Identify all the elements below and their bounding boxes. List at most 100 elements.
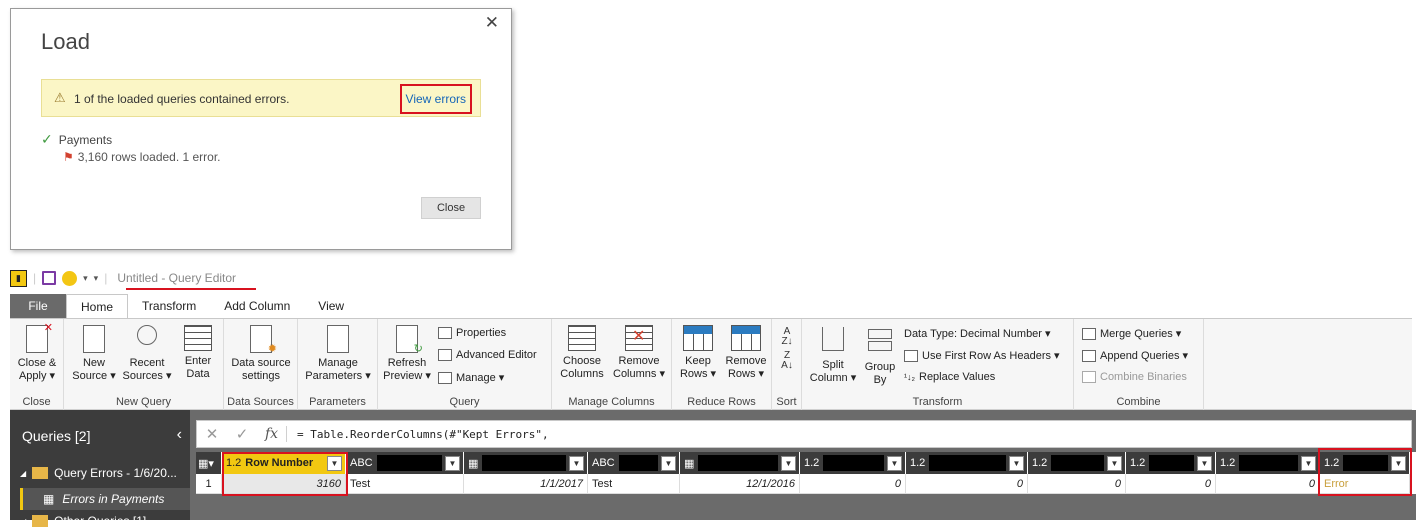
filter-dropdown-icon[interactable]: ▼ — [661, 455, 676, 471]
remove-columns-icon: ✕ — [625, 325, 653, 351]
column-header[interactable]: ABC ▼ — [346, 452, 464, 474]
data-type-dropdown[interactable]: Data Type: Decimal Number ▾ — [904, 327, 1051, 340]
save-icon[interactable] — [42, 271, 57, 285]
column-header[interactable]: 1.2 ▼ — [800, 452, 906, 474]
remove-rows-button[interactable]: Remove Rows ▾ — [722, 325, 770, 381]
table-cell[interactable]: 0 — [1126, 474, 1216, 494]
sort-ascending-icon[interactable]: A Z↓ — [778, 327, 796, 347]
column-header[interactable]: 1.2 ▼ — [906, 452, 1028, 474]
power-bi-icon[interactable]: ▮ — [10, 269, 27, 287]
filter-dropdown-icon[interactable]: ▼ — [887, 455, 902, 471]
confirm-icon[interactable]: ✓ — [227, 425, 257, 443]
enter-data-button[interactable]: Enter Data — [176, 325, 220, 381]
filter-dropdown-icon[interactable]: ▼ — [445, 455, 460, 471]
refresh-preview-button[interactable]: ↻ Refresh Preview ▾ — [382, 325, 432, 383]
type-icon[interactable]: 1.2 — [800, 457, 823, 469]
recent-sources-button[interactable]: Recent Sources ▾ — [122, 325, 172, 383]
column-header[interactable]: ▦ ▼ — [464, 452, 588, 474]
column-header[interactable]: ABC ▼ — [588, 452, 680, 474]
properties-button[interactable]: Properties — [438, 327, 506, 339]
replace-values-button[interactable]: ¹↓₂ Replace Values — [904, 371, 995, 383]
table-cell[interactable]: Test — [346, 474, 464, 494]
cancel-icon[interactable]: ✕ — [197, 425, 227, 443]
filter-dropdown-icon[interactable]: ▼ — [569, 455, 584, 471]
table-cell[interactable]: 0 — [800, 474, 906, 494]
expand-icon[interactable]: ◢ — [20, 469, 26, 478]
use-first-row-button[interactable]: Use First Row As Headers ▾ — [904, 349, 1060, 362]
group-parameters: Manage Parameters ▾ Parameters — [298, 319, 378, 411]
column-header[interactable]: 1.2 ▼ — [1028, 452, 1126, 474]
type-icon[interactable]: 1.2 — [1028, 457, 1051, 469]
column-header[interactable]: 1.2 ▼ — [1126, 452, 1216, 474]
advanced-editor-button[interactable]: Advanced Editor — [438, 349, 537, 361]
data-source-settings-button[interactable]: ✹ Data source settings — [226, 325, 296, 383]
close-apply-label: Close & — [17, 357, 57, 369]
type-icon[interactable]: ABC — [346, 457, 377, 469]
column-header[interactable]: ▦ ▼ — [680, 452, 800, 474]
fx-icon[interactable]: fx — [257, 426, 287, 442]
remove-columns-button[interactable]: ✕ Remove Columns ▾ — [610, 325, 668, 381]
tab-home[interactable]: Home — [66, 294, 129, 318]
column-header[interactable]: 1.2 ▼ — [1320, 452, 1410, 474]
table-cell[interactable]: 1/1/2017 — [464, 474, 588, 494]
table-cell[interactable]: 0 — [1028, 474, 1126, 494]
filter-dropdown-icon[interactable]: ▼ — [1107, 455, 1122, 471]
type-icon[interactable]: 1.2 — [1320, 457, 1343, 469]
table-cell[interactable]: 3160 — [222, 474, 346, 494]
tab-add-column[interactable]: Add Column — [210, 294, 304, 318]
tab-file[interactable]: File — [10, 294, 66, 318]
dialog-close-icon[interactable]: ✕ — [485, 13, 499, 33]
collapse-pane-icon[interactable]: ‹ — [177, 426, 182, 444]
query-item-errors-in-payments[interactable]: ▦ Errors in Payments — [20, 488, 190, 510]
filter-dropdown-icon[interactable]: ▼ — [327, 455, 342, 471]
keep-rows-button[interactable]: Keep Rows ▾ — [676, 325, 720, 381]
manage-parameters-button[interactable]: Manage Parameters ▾ — [300, 325, 376, 383]
error-cell[interactable]: Error — [1320, 474, 1410, 494]
table-cell[interactable]: Test — [588, 474, 680, 494]
type-icon[interactable]: 1.2 — [906, 457, 929, 469]
split-column-button[interactable]: Split Column ▾ — [808, 325, 858, 385]
formula-input[interactable]: = Table.ReorderColumns(#"Kept Errors", — [287, 428, 549, 441]
type-icon[interactable]: 1.2 — [222, 457, 245, 469]
column-header-row-number[interactable]: 1.2 Row Number ▼ — [222, 452, 346, 474]
rows-loaded-status: ⚑ 3,160 rows loaded. 1 error. — [63, 150, 221, 164]
table-cell[interactable]: 12/1/2016 — [680, 474, 800, 494]
close-apply-button[interactable]: ✕ Close & Apply ▾ — [14, 322, 60, 383]
keep-rows-label: Rows ▾ — [679, 368, 717, 380]
new-source-button[interactable]: New Source ▾ — [70, 325, 118, 383]
smile-dropdown-icon[interactable]: ▾ — [83, 273, 88, 284]
sort-descending-icon[interactable]: Z A↓ — [778, 351, 796, 371]
type-icon[interactable]: ABC — [588, 457, 619, 469]
close-button[interactable]: Close — [421, 197, 481, 219]
column-header[interactable]: 1.2 ▼ — [1216, 452, 1320, 474]
warning-icon: ⚠ — [54, 90, 66, 105]
tab-transform[interactable]: Transform — [128, 294, 210, 318]
append-queries-button[interactable]: Append Queries ▾ — [1082, 349, 1188, 362]
type-icon[interactable]: 1.2 — [1126, 457, 1149, 469]
filter-dropdown-icon[interactable]: ▼ — [781, 455, 796, 471]
title-highlight — [126, 288, 256, 290]
merge-queries-button[interactable]: Merge Queries ▾ — [1082, 327, 1181, 340]
table-cell[interactable]: 0 — [906, 474, 1028, 494]
type-icon[interactable]: ▦ — [464, 457, 482, 470]
table-menu-icon[interactable]: ▦▾ — [196, 452, 222, 474]
combine-binaries-button[interactable]: Combine Binaries — [1082, 371, 1187, 383]
filter-dropdown-icon[interactable]: ▼ — [1301, 455, 1316, 471]
type-icon[interactable]: ▦ — [680, 457, 698, 470]
table-cell[interactable]: 0 — [1216, 474, 1320, 494]
type-icon[interactable]: 1.2 — [1216, 457, 1239, 469]
choose-columns-button[interactable]: Choose Columns — [556, 325, 608, 381]
expand-icon[interactable]: ◢ — [20, 517, 26, 526]
customize-toolbar-icon[interactable]: ▾ — [94, 273, 99, 284]
data-source-settings-icon: ✹ — [250, 325, 277, 355]
tab-view[interactable]: View — [304, 294, 358, 318]
manage-button[interactable]: Manage ▾ — [438, 371, 504, 384]
filter-dropdown-icon[interactable]: ▼ — [1009, 455, 1024, 471]
query-folder[interactable]: ◢ Query Errors - 1/6/20... — [20, 466, 177, 480]
query-folder-other[interactable]: ◢ Other Queries [1] — [20, 514, 146, 528]
filter-dropdown-icon[interactable]: ▼ — [1391, 455, 1406, 471]
filter-dropdown-icon[interactable]: ▼ — [1197, 455, 1212, 471]
view-errors-link[interactable]: View errors — [399, 84, 472, 114]
group-by-button[interactable]: Group By — [860, 325, 900, 387]
smile-feedback-icon[interactable] — [62, 270, 78, 286]
